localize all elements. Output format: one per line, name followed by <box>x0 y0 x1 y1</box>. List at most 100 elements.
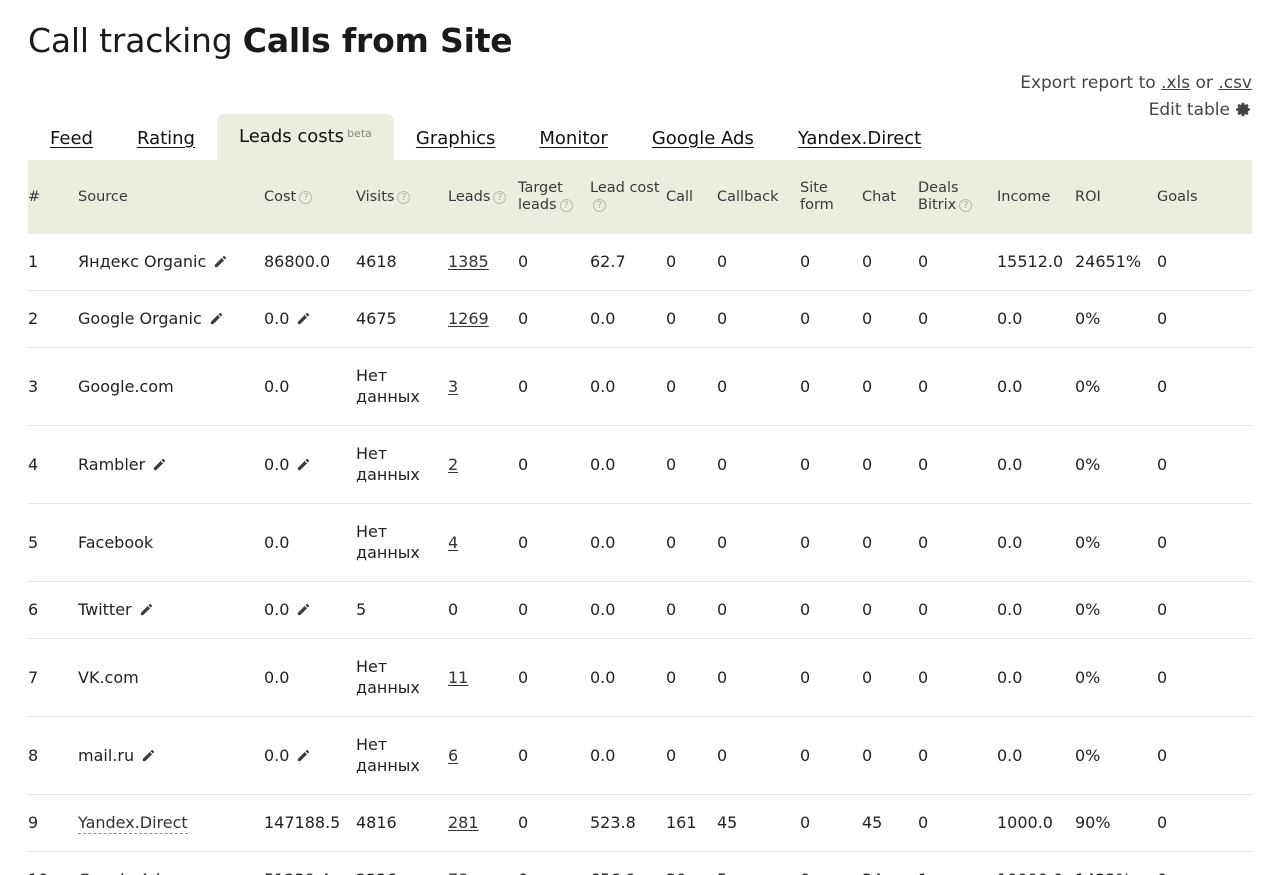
cell-visits: 2226 <box>356 851 448 875</box>
tab-monitor[interactable]: Monitor <box>517 117 629 160</box>
column-header-leads[interactable]: Leads? <box>448 160 518 234</box>
cell-num: 7 <box>28 638 78 717</box>
leads-link[interactable]: 4 <box>448 533 458 552</box>
cell-call: 161 <box>666 794 717 852</box>
report-page: Call tracking Calls from Site Export rep… <box>0 0 1280 875</box>
tab-rating-label: Rating <box>136 128 195 149</box>
no-data-label: Нет данных <box>356 522 420 562</box>
edit-pencil-icon[interactable] <box>209 310 224 325</box>
cell-deals: 0 <box>918 794 997 852</box>
cost-value: 51239.4 <box>264 870 330 875</box>
table-row: 6 Twitter 0.0 5 0 0 0.0 0 0 0 0 0 0.0 0% 0 <box>28 581 1252 639</box>
no-data-label: Нет данных <box>356 366 420 406</box>
leads-link[interactable]: 3 <box>448 377 458 396</box>
no-data-label: Нет данных <box>356 444 420 484</box>
column-header-leadcost[interactable]: Lead cost? <box>590 160 666 234</box>
edit-pencil-icon[interactable] <box>296 747 311 762</box>
column-header-income[interactable]: Income <box>997 160 1075 234</box>
tab-yandex-direct[interactable]: Yandex.Direct <box>776 117 943 160</box>
cell-target: 0 <box>518 234 590 291</box>
column-header-label: Callback <box>717 188 779 205</box>
cost-value: 0.0 <box>264 745 290 765</box>
source-label: Google.com <box>78 376 174 396</box>
cell-goals: 0 <box>1157 290 1252 348</box>
help-icon[interactable]: ? <box>299 190 313 204</box>
cell-leads: 281 <box>448 794 518 852</box>
help-icon[interactable]: ? <box>493 190 507 204</box>
cost-value: 86800.0 <box>264 252 331 271</box>
cell-income: 0.0 <box>997 581 1075 639</box>
cell-callback: 0 <box>717 581 800 639</box>
edit-pencil-icon[interactable] <box>139 601 154 616</box>
table-row: 8 mail.ru 0.0 Нет данных 6 0 0.0 0 0 0 0 0 0.0 0% 0 <box>28 716 1252 795</box>
tab-graphics[interactable]: Graphics <box>394 117 518 160</box>
column-header-roi[interactable]: ROI <box>1075 160 1157 234</box>
column-header-label: Deals Bitrix <box>918 180 959 213</box>
source-link[interactable]: Google Ads <box>78 870 169 875</box>
column-header-target[interactable]: Target leads? <box>518 160 590 234</box>
cell-roi: 0% <box>1075 638 1157 717</box>
cell-num: 3 <box>28 347 78 426</box>
edit-pencil-icon[interactable] <box>296 601 311 616</box>
source-label: Twitter <box>78 600 132 619</box>
leads-link[interactable]: 281 <box>448 813 479 832</box>
leads-link[interactable]: 78 <box>448 870 468 875</box>
edit-pencil-icon[interactable] <box>152 456 167 471</box>
tab-rating[interactable]: Rating <box>115 117 217 160</box>
cell-leads: 0 <box>448 581 518 639</box>
column-header-visits[interactable]: Visits? <box>356 160 448 234</box>
edit-pencil-icon[interactable] <box>141 747 156 762</box>
column-header-callback[interactable]: Callback <box>717 160 800 234</box>
cell-goals: 0 <box>1157 234 1252 291</box>
cell-roi: 0% <box>1075 581 1157 639</box>
column-header-num[interactable]: # <box>28 160 78 234</box>
tab-google-ads[interactable]: Google Ads <box>630 117 776 160</box>
cell-leadcost: 0.0 <box>590 638 666 717</box>
cell-leads: 78 <box>448 851 518 875</box>
report-table-head: # Source Cost? Visits? Leads? Target leads? Le… <box>28 160 1252 234</box>
cell-target: 0 <box>518 581 590 639</box>
column-header-label: Visits <box>356 188 395 205</box>
cell-goals: 0 <box>1157 347 1252 426</box>
gear-icon <box>1235 100 1252 117</box>
cell-call: 0 <box>666 234 717 291</box>
help-icon[interactable]: ? <box>559 199 573 212</box>
cell-siteform: 0 <box>800 425 862 504</box>
edit-pencil-icon[interactable] <box>296 310 311 325</box>
leads-link[interactable]: 1385 <box>448 252 489 271</box>
leads-link[interactable]: 2 <box>448 455 458 474</box>
cell-source: Rambler <box>78 425 264 504</box>
leads-link[interactable]: 1269 <box>448 309 489 328</box>
table-row: 3 Google.com 0.0 Нет данных 3 0 0.0 0 0 0 0 0 0.0 0% 0 <box>28 347 1252 426</box>
table-row: 1 Яндекс Organic 86800.0 4618 1385 0 62.7 0 0 0 0 0… <box>28 234 1252 291</box>
column-header-chat[interactable]: Chat <box>862 160 918 234</box>
tab-leads-costs-label: Leads costs <box>239 126 345 147</box>
column-header-deals[interactable]: Deals Bitrix? <box>918 160 997 234</box>
column-header-source[interactable]: Source <box>78 160 264 234</box>
cell-call: 0 <box>666 503 717 582</box>
source-link[interactable]: Yandex.Direct <box>78 813 188 834</box>
export-xls-link[interactable]: .xls <box>1161 73 1190 93</box>
cell-target: 0 <box>518 290 590 348</box>
column-header-call[interactable]: Call <box>666 160 717 234</box>
edit-pencil-icon[interactable] <box>213 253 228 268</box>
column-header-siteform[interactable]: Site form <box>800 160 862 234</box>
cell-roi: 0% <box>1075 716 1157 795</box>
leads-link[interactable]: 11 <box>448 668 468 687</box>
cell-visits: 4675 <box>356 290 448 348</box>
cell-deals: 0 <box>918 347 997 426</box>
export-csv-link[interactable]: .csv <box>1218 73 1252 93</box>
cell-leads: 11 <box>448 638 518 717</box>
leads-link[interactable]: 6 <box>448 746 458 765</box>
help-icon[interactable]: ? <box>959 199 973 212</box>
help-icon[interactable]: ? <box>397 190 411 204</box>
cell-chat: 0 <box>862 234 918 291</box>
tab-leads-costs[interactable]: Leads costs beta <box>217 114 394 160</box>
column-header-cost[interactable]: Cost? <box>264 160 356 234</box>
cell-source: Yandex.Direct <box>78 794 264 852</box>
table-row: 4 Rambler 0.0 Нет данных 2 0 0.0 0 0 0 0 0 0.0 0% 0 <box>28 425 1252 504</box>
edit-pencil-icon[interactable] <box>296 456 311 471</box>
column-header-goals[interactable]: Goals <box>1157 160 1252 234</box>
help-icon[interactable]: ? <box>593 199 606 212</box>
tab-feed[interactable]: Feed <box>28 117 115 160</box>
